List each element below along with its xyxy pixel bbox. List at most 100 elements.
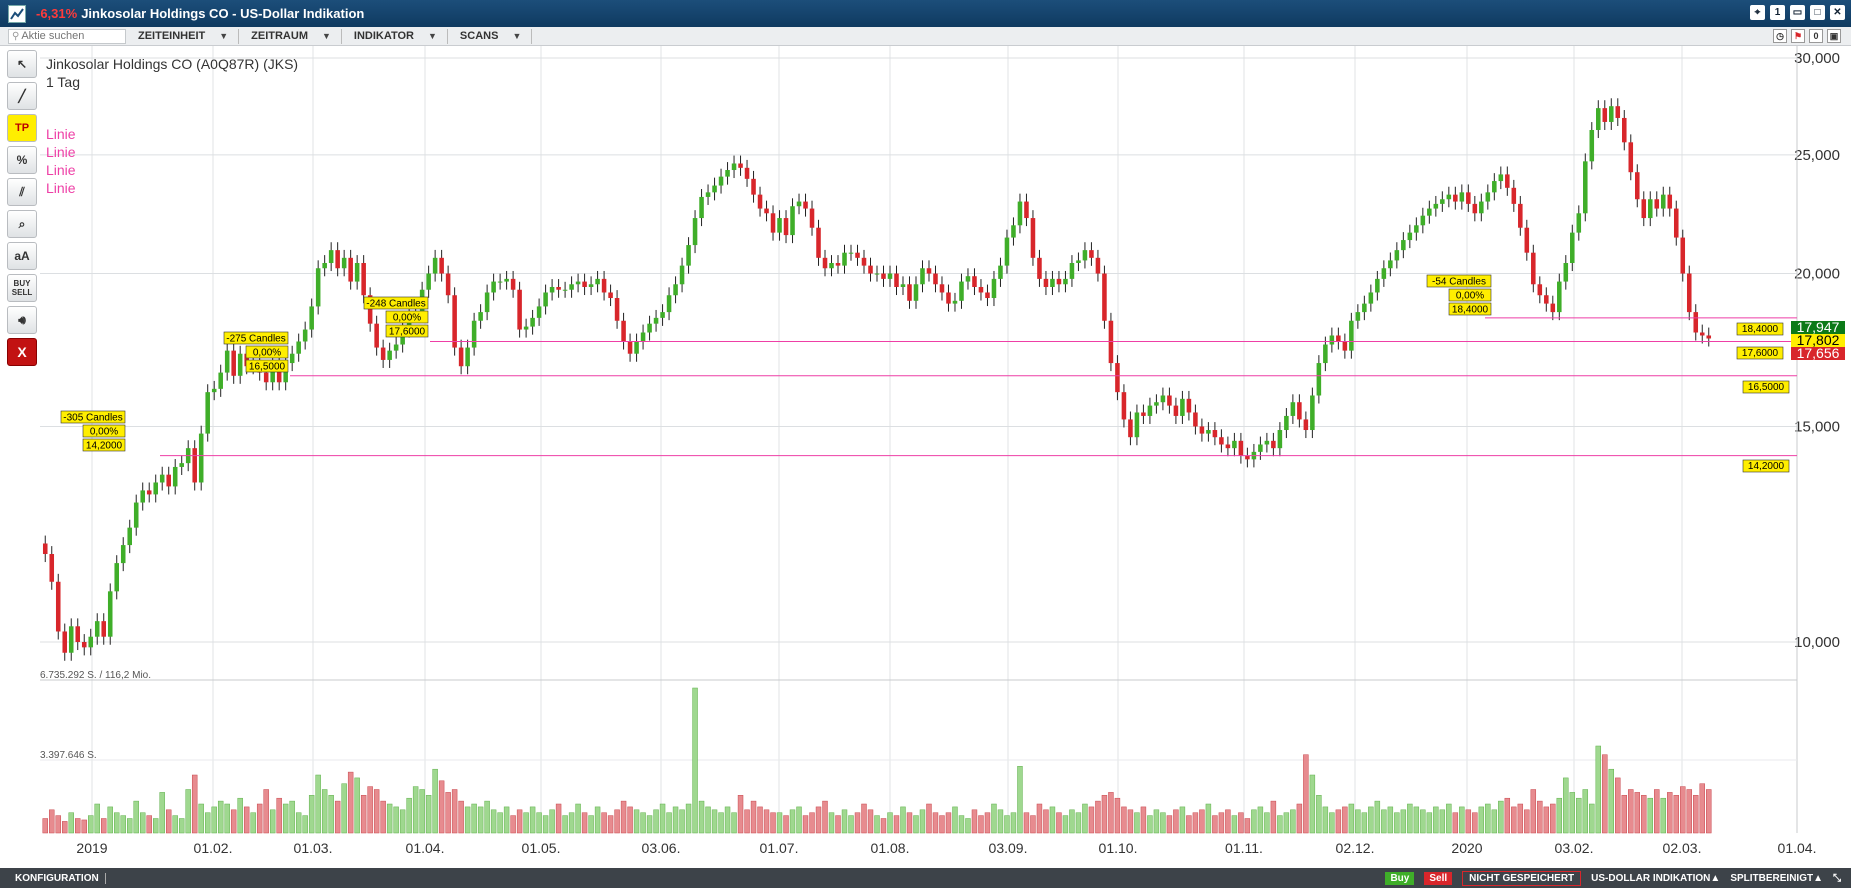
volume-bar [224,803,230,834]
buy-button[interactable]: Buy [1385,872,1415,885]
candle-body [211,388,217,393]
y-tick-label: 20,000 [1794,266,1840,283]
volume-bar [503,806,510,834]
volume-bar [1212,815,1218,834]
candle-body [835,263,841,266]
candle-body [627,341,633,354]
x-tick-label: 2020 [1451,840,1482,856]
volume-max-label: 6.735.292 S. / 116,2 Mio. [40,670,151,681]
volume-bar [185,789,191,834]
price-chart[interactable]: 2019 01.02. 01.03. 01.04. 01.05. 03.06. 01.07.… [0,0,1851,888]
resize-icon[interactable]: ⤡ [1833,873,1841,884]
x-tick-label: 02.12. [1336,840,1375,856]
candle-body [289,353,295,364]
candle-body [868,265,873,274]
volume-bar [68,812,74,834]
volume-bar [1680,786,1686,834]
volume-bar [991,803,997,834]
volume-bar [958,815,965,834]
candle-body [1472,203,1478,214]
config-button[interactable]: KONFIGURATION [15,872,106,884]
volume-bar [1264,812,1270,834]
candle-body [1680,237,1686,274]
candle-body [497,281,503,283]
volume-bar [1270,800,1277,834]
not-saved-indicator[interactable]: NICHT GESPEICHERT [1462,871,1582,886]
volume-bar [750,800,757,834]
candle-body [1414,225,1419,233]
line-label[interactable]: Linie [46,161,76,179]
volume-bar [146,815,152,834]
volume-bar [744,809,750,834]
volume-bar [965,818,971,834]
currency-selector[interactable]: US-DOLLAR INDIKATION▲ [1591,873,1720,884]
candle-body [543,292,548,307]
candle-body [1518,203,1523,228]
candle-body [1219,437,1224,445]
annotation-text: -248 Candles [366,299,425,310]
candle-body [166,474,171,487]
volume-bar [1589,803,1595,834]
candle-body [354,263,360,282]
candle-body [62,631,68,653]
candle-body [1440,199,1445,204]
candle-body [159,474,165,483]
volume-bar [1524,809,1530,834]
volume-bar [997,809,1004,834]
line-label[interactable]: Linie [46,179,76,197]
volume-bar [477,806,484,834]
candle-body [484,292,490,313]
split-selector[interactable]: SPLITBEREINIGT▲ [1730,873,1823,884]
volume-bar [152,818,159,834]
candle-body [712,185,717,193]
candle-body [1004,237,1010,266]
volume-bar [1056,812,1062,834]
volume-bar [620,800,627,834]
candle-body [198,433,204,483]
sell-button[interactable]: Sell [1424,872,1453,885]
candle-body [959,281,964,301]
candle-body [887,273,893,279]
volume-bar [204,812,211,834]
volume-bar [276,797,282,834]
volume-bar [1329,812,1335,834]
line-label[interactable]: Linie [46,143,76,161]
volume-bar [1686,789,1692,834]
candle-body [1544,295,1549,304]
volume-bar [419,789,425,834]
volume-bar [328,795,334,834]
line-labels: Linie Linie Linie Linie [46,125,76,197]
candle-body [1531,252,1536,285]
candle-body [1284,415,1289,431]
candle-body [881,273,886,279]
candle-body [926,268,932,274]
candle-body [1686,273,1692,313]
volume-bar [1673,795,1679,834]
candle-body [972,276,977,287]
line-label[interactable]: Linie [46,125,76,143]
line-price-label: 16,5000 [1748,382,1785,393]
volume-bar [1192,812,1199,834]
volume-bar [289,800,295,834]
volume-bar [302,815,308,834]
volume-bar [354,777,360,834]
candle-body [1550,303,1556,313]
volume-bar [653,809,659,834]
volume-bar [1075,812,1082,834]
volume-bar [549,809,555,834]
candle-body [1069,263,1075,279]
volume-bar [49,809,55,834]
volume-bar [1368,806,1374,834]
volume-bar [900,806,906,834]
candle-body [1167,395,1172,406]
volume-bar [705,806,711,834]
volume-bar [659,803,666,834]
volume-bar [841,809,848,834]
volume-bar [432,768,438,834]
candle-body [192,448,197,483]
candle-body [1186,398,1192,413]
candle-body [764,208,769,214]
candle-body [1238,440,1244,456]
volume-bar [217,800,224,834]
candle-body [107,591,113,637]
